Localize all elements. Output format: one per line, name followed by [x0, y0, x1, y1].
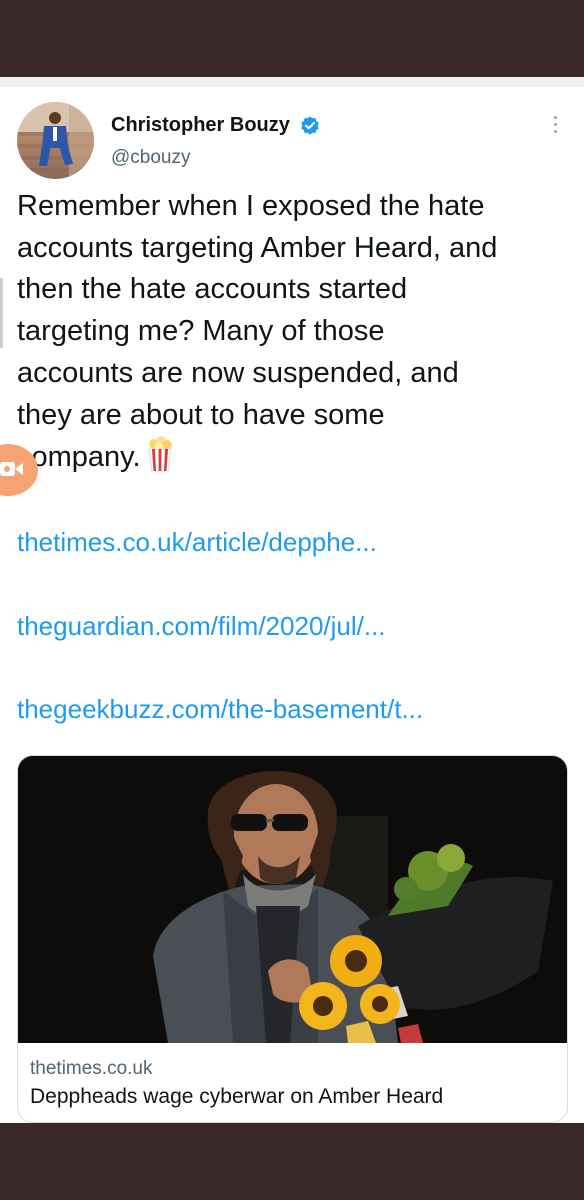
card-title: Deppheads wage cyberwar on Amber Heard — [30, 1085, 444, 1108]
status-bar — [0, 0, 584, 77]
author-name[interactable]: Christopher Bouzy — [111, 114, 290, 136]
scroll-edge-marker — [0, 278, 3, 348]
link-thetimes[interactable]: thetimes.co.uk/article/depphe... — [17, 527, 377, 558]
status-bar-divider — [0, 77, 584, 87]
more-options-icon[interactable] — [548, 116, 562, 142]
tweet-text-line: accounts targeting Amber Heard, and — [17, 231, 498, 264]
popcorn-icon — [148, 436, 172, 472]
navigation-bar — [0, 1123, 584, 1200]
screen-record-icon — [0, 462, 23, 476]
tweet-text-line: Remember when I exposed the hate — [17, 190, 485, 222]
tweet-text-line: then the hate accounts started — [17, 273, 408, 306]
tweet-text-line: accounts are now suspended, and — [17, 356, 459, 389]
tweet-text-line: they are about to have some — [17, 398, 385, 431]
author-line[interactable]: Christopher Bouzy — [111, 114, 321, 137]
card-image — [18, 756, 567, 1043]
link-theguardian[interactable]: theguardian.com/film/2020/jul/... — [17, 611, 386, 642]
link-thegeekbuzz[interactable]: thegeekbuzz.com/the-basement/t... — [17, 694, 423, 725]
avatar[interactable] — [17, 102, 94, 179]
tweet-text: Remember when I exposed the hate account… — [17, 186, 577, 479]
verified-badge-icon — [301, 115, 320, 135]
card-domain: thetimes.co.uk — [30, 1058, 153, 1079]
author-handle[interactable]: @cbouzy — [111, 147, 191, 169]
tweet-text-line: targeting me? Many of those — [17, 315, 385, 348]
link-preview-card[interactable]: thetimes.co.uk Deppheads wage cyberwar o… — [17, 755, 568, 1123]
tweet-text-line-last: company. — [17, 436, 577, 479]
